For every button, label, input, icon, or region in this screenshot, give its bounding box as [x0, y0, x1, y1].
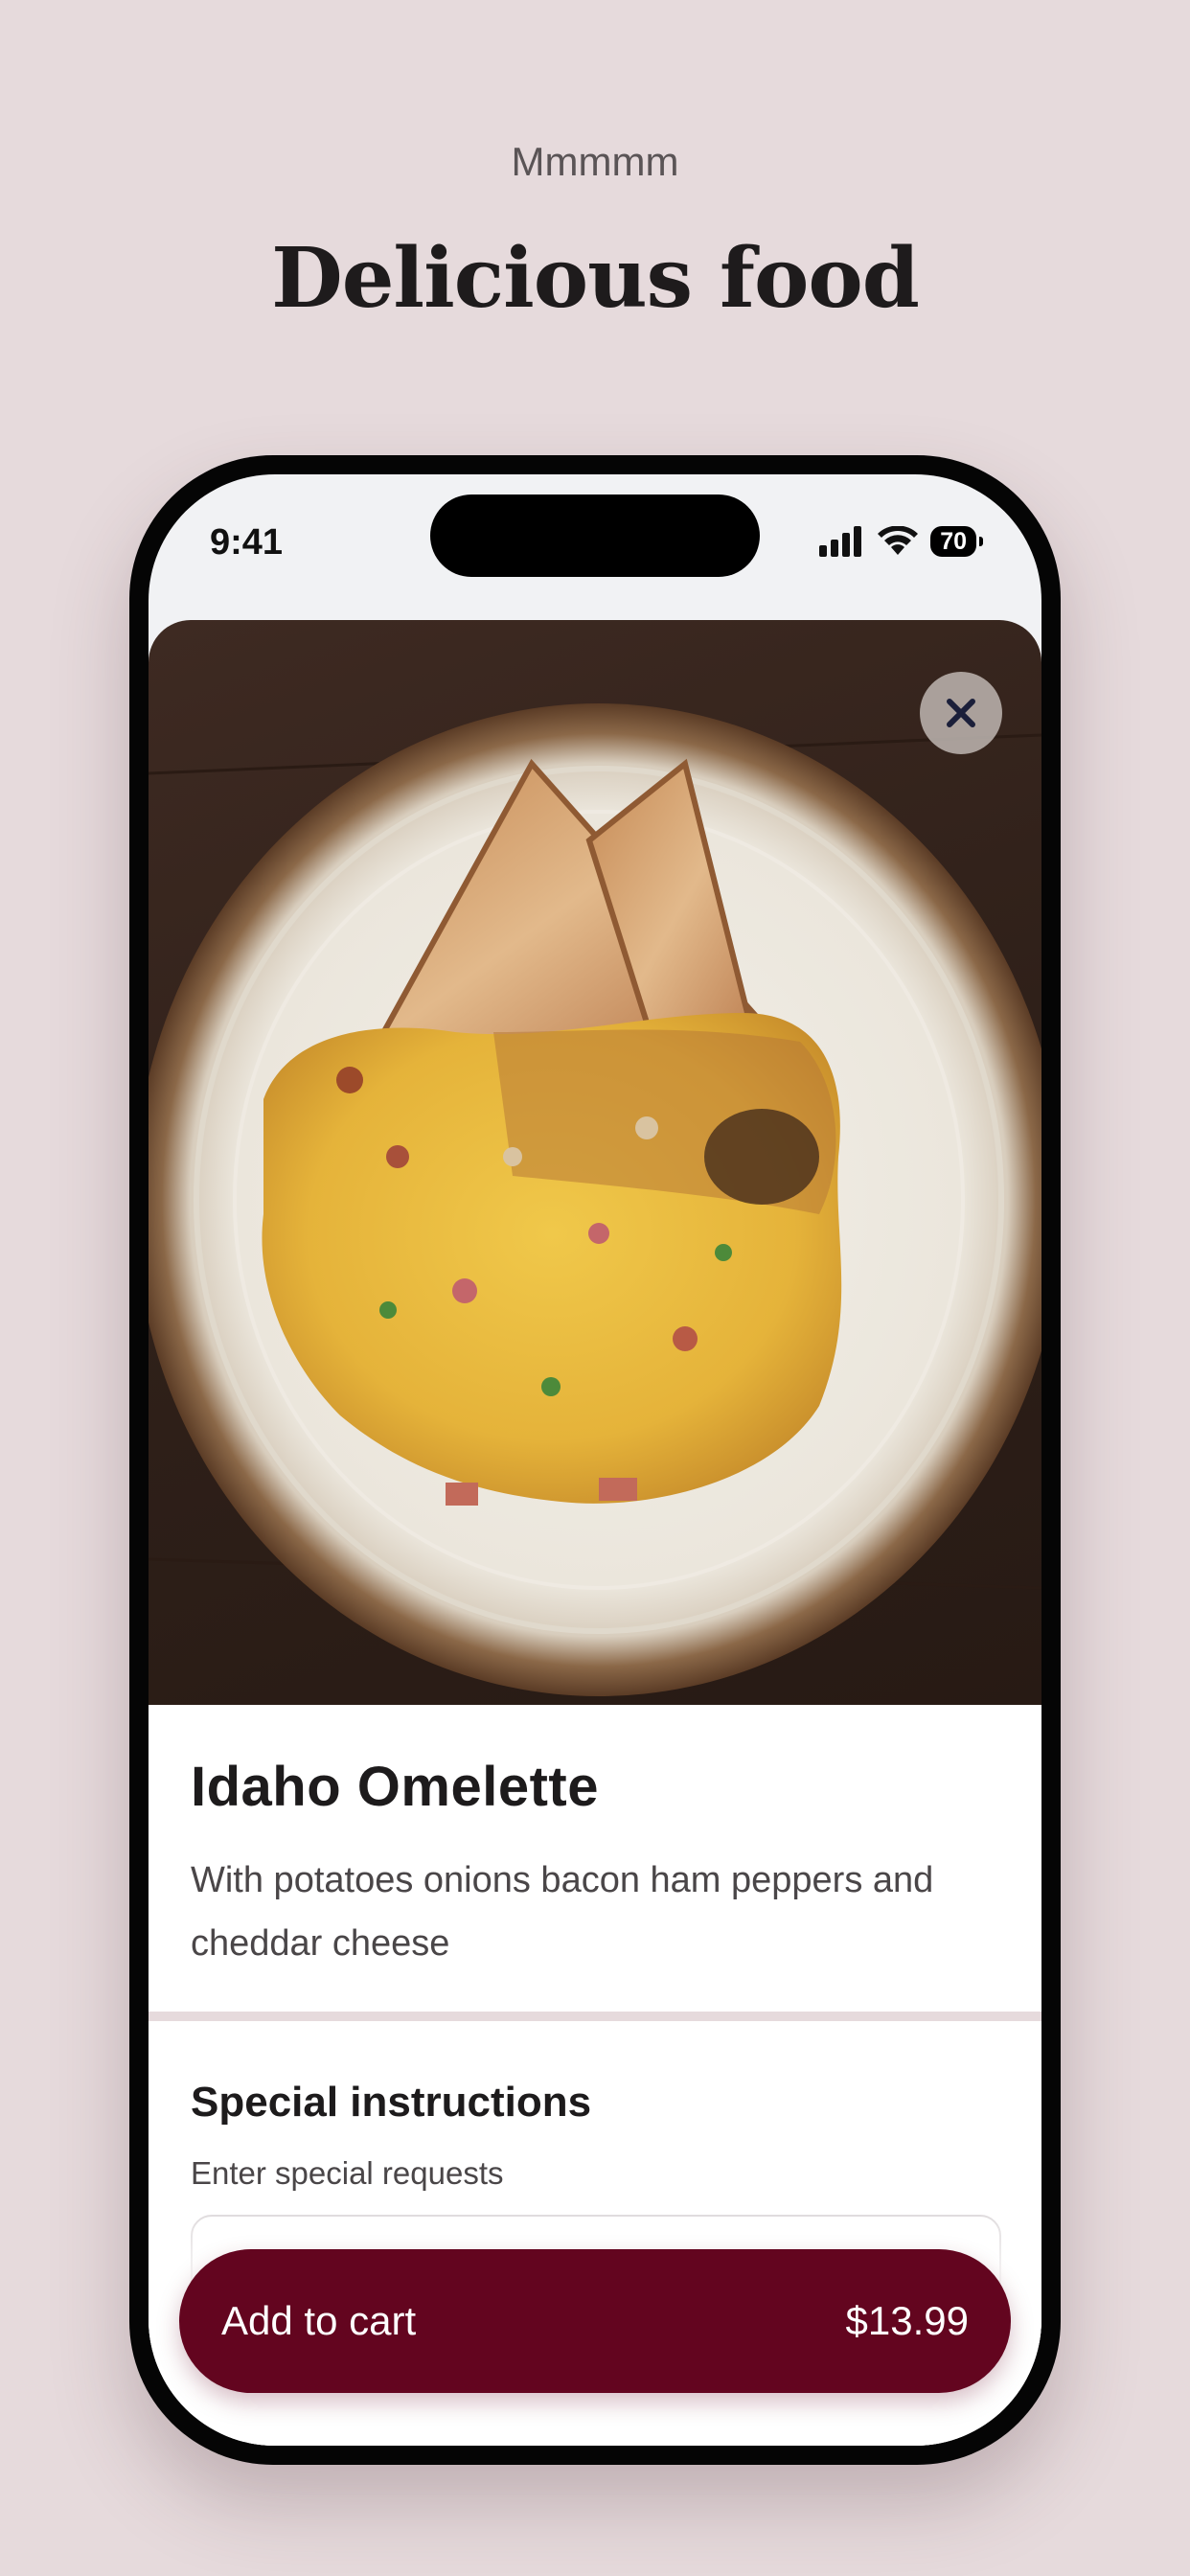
- phone-screen: 9:41 70 Idaho Omelette With potatoes oni…: [149, 474, 1041, 2446]
- item-price: $13.99: [845, 2298, 969, 2343]
- page-headline: Delicious food: [271, 230, 920, 327]
- status-time: 9:41: [210, 522, 284, 563]
- battery-icon: 70: [930, 526, 983, 557]
- dynamic-island: [430, 494, 760, 577]
- item-photo: [149, 620, 1041, 1705]
- close-icon: [947, 699, 975, 727]
- eyebrow-text: Mmmmm: [511, 139, 679, 184]
- close-button[interactable]: [920, 672, 1002, 754]
- add-to-cart-label: Add to cart: [221, 2298, 417, 2343]
- special-instructions-title: Special instructions: [191, 2079, 592, 2126]
- cellular-signal-icon: [819, 526, 862, 557]
- add-to-cart-button[interactable]: Add to cart $13.99: [179, 2249, 1011, 2393]
- battery-level: 70: [940, 527, 967, 555]
- wifi-icon: [878, 526, 919, 555]
- special-instructions-subtitle: Enter special requests: [191, 2155, 504, 2191]
- section-divider: [149, 2012, 1041, 2021]
- item-name: Idaho Omelette: [191, 1756, 599, 1818]
- item-detail-sheet[interactable]: Idaho Omelette With potatoes onions baco…: [149, 620, 1041, 2446]
- status-icons: 70: [819, 524, 983, 559]
- item-description: With potatoes onions bacon ham peppers a…: [191, 1860, 934, 1964]
- status-bar: 9:41 70: [149, 474, 1041, 609]
- omelette-illustration: [149, 703, 1041, 1696]
- phone-frame: 9:41 70 Idaho Omelette With potatoes oni…: [129, 455, 1061, 2465]
